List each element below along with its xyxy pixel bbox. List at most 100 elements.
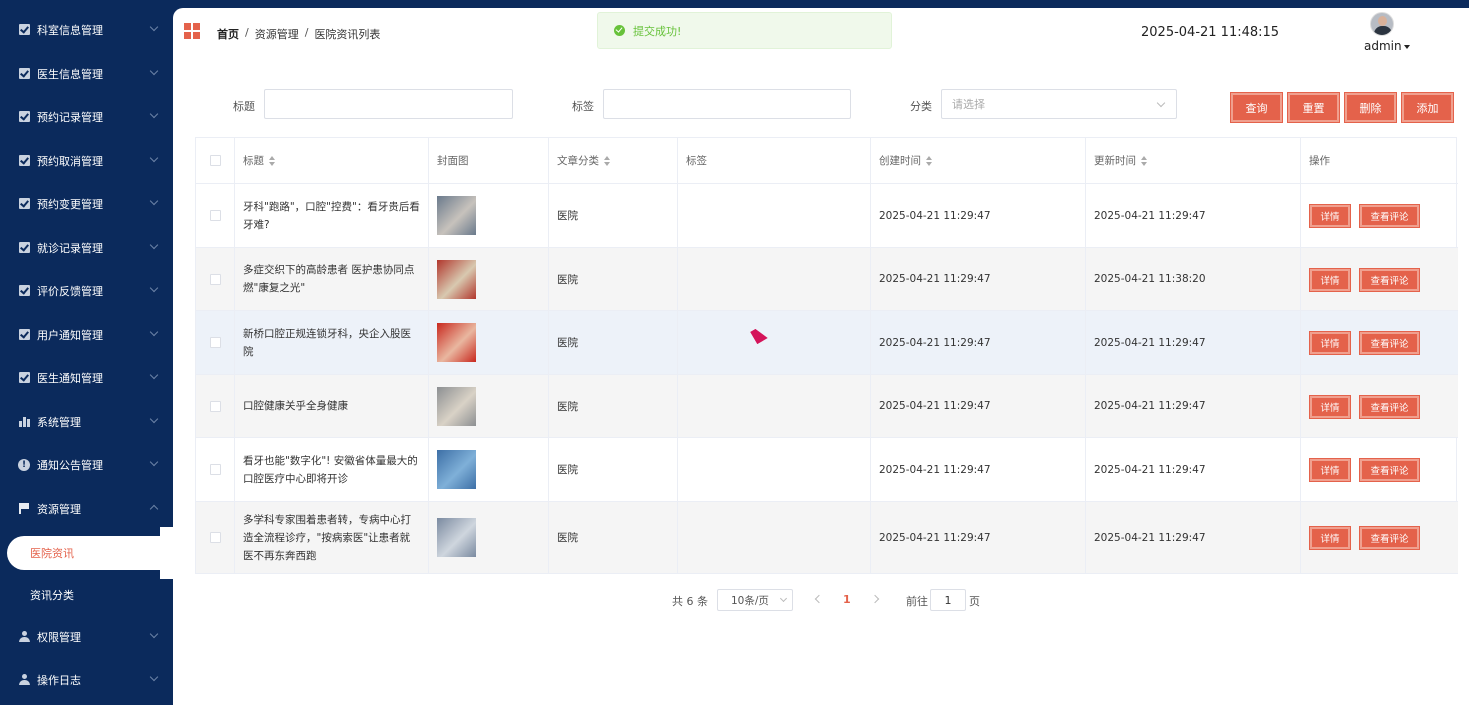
breadcrumb-resource[interactable]: 资源管理: [255, 26, 299, 42]
row-checkbox[interactable]: [209, 464, 221, 475]
sidebar-item-resource[interactable]: 资源管理: [0, 487, 173, 530]
row-category: 医院: [557, 532, 578, 544]
sort-icon[interactable]: [926, 155, 933, 166]
detail-button[interactable]: 详情: [1309, 331, 1351, 355]
check-square-icon: [18, 242, 30, 254]
view-comments-button[interactable]: 查看评论: [1359, 331, 1420, 355]
view-comments-button[interactable]: 查看评论: [1359, 394, 1420, 419]
breadcrumb-separator: /: [304, 26, 309, 39]
view-comments-button[interactable]: 查看评论: [1359, 267, 1420, 292]
avatar[interactable]: [1370, 12, 1394, 36]
category-filter-select[interactable]: 请选择: [941, 89, 1177, 119]
header-category[interactable]: 文章分类: [549, 138, 678, 183]
actions-cell: 详情 查看评论: [1301, 438, 1458, 501]
sidebar-item-system[interactable]: 系统管理: [0, 400, 173, 443]
detail-button[interactable]: 详情: [1309, 526, 1351, 550]
sidebar-item-announcement[interactable]: ! 通知公告管理: [0, 443, 173, 486]
user-menu[interactable]: admin: [1364, 39, 1410, 53]
sidebar-item-appointment[interactable]: 预约记录管理: [0, 95, 173, 138]
row-updated: 2025-04-21 11:38:20: [1094, 273, 1206, 285]
sidebar-item-cancel[interactable]: 预约取消管理: [0, 139, 173, 182]
sidebar-item-user-notify[interactable]: 用户通知管理: [0, 313, 173, 356]
view-comments-button[interactable]: 查看评论: [1359, 458, 1420, 482]
detail-button[interactable]: 详情: [1309, 204, 1351, 228]
sidebar-item-permission[interactable]: 权限管理: [0, 615, 173, 658]
sidebar-item-doctor-notify[interactable]: 医生通知管理: [0, 356, 173, 399]
row-created: 2025-04-21 11:29:47: [879, 273, 991, 285]
row-checkbox[interactable]: [209, 273, 221, 285]
sidebar-item-feedback[interactable]: 评价反馈管理: [0, 269, 173, 312]
header-title-label: 标题: [243, 155, 264, 167]
sort-icon[interactable]: [1141, 155, 1148, 166]
row-checkbox-cell: [196, 375, 235, 437]
chevron-down-icon: [149, 109, 159, 119]
row-checkbox-cell: [196, 311, 235, 374]
delete-button[interactable]: 删除: [1344, 92, 1397, 123]
cover-thumbnail[interactable]: [437, 196, 476, 235]
sidebar-item-visit[interactable]: 就诊记录管理: [0, 226, 173, 269]
view-comments-button[interactable]: 查看评论: [1359, 204, 1420, 228]
query-button[interactable]: 查询: [1230, 92, 1283, 123]
page-number-current[interactable]: 1: [843, 593, 851, 606]
tag-filter-input[interactable]: [603, 89, 851, 119]
cover-thumbnail[interactable]: [437, 450, 476, 489]
success-icon: [614, 25, 625, 36]
chevron-down-icon: [1156, 98, 1166, 108]
sidebar-item-doctor[interactable]: 医生信息管理: [0, 52, 173, 95]
next-page-icon[interactable]: [870, 594, 880, 604]
sidebar-subitem-news-category[interactable]: 资讯分类: [0, 578, 173, 612]
tag-cell: [678, 184, 871, 247]
sidebar-item-change[interactable]: 预约变更管理: [0, 182, 173, 225]
chevron-down-icon: [149, 414, 159, 424]
row-updated: 2025-04-21 11:29:47: [1094, 400, 1206, 412]
row-checkbox[interactable]: [209, 210, 221, 221]
cover-thumbnail[interactable]: [437, 518, 476, 557]
main-content: 首页 / 资源管理 / 医院资讯列表 提交成功! 2025-04-21 11:4…: [173, 8, 1469, 705]
add-button[interactable]: 添加: [1401, 92, 1454, 123]
chevron-down-icon: [149, 66, 159, 76]
row-checkbox[interactable]: [209, 337, 221, 348]
view-comments-button[interactable]: 查看评论: [1359, 526, 1420, 550]
select-all-checkbox[interactable]: [209, 155, 221, 166]
detail-button[interactable]: 详情: [1309, 458, 1351, 482]
actions-cell: 详情 查看评论: [1301, 248, 1458, 310]
cover-thumbnail[interactable]: [437, 386, 476, 426]
page-size-select[interactable]: 10条/页: [717, 589, 793, 611]
chevron-down-icon: [149, 22, 159, 32]
created-cell: 2025-04-21 11:29:47: [871, 375, 1086, 437]
check-square-icon: [18, 155, 30, 167]
table-row: 多症交织下的高龄患者 医护患协同点燃"康复之光" 医院 2025-04-21 11:…: [196, 248, 1458, 311]
sidebar-item-label: 资源管理: [37, 502, 81, 516]
cover-thumbnail[interactable]: [437, 323, 476, 362]
sidebar-item-label: 医生信息管理: [37, 67, 103, 81]
sidebar-item-department[interactable]: 科室信息管理: [0, 8, 173, 51]
cover-thumbnail[interactable]: [437, 259, 476, 299]
sort-icon[interactable]: [604, 155, 611, 166]
created-cell: 2025-04-21 11:29:47: [871, 438, 1086, 501]
goto-page-input[interactable]: 1: [930, 589, 966, 611]
row-checkbox[interactable]: [209, 532, 221, 543]
chevron-down-icon: [149, 153, 159, 163]
header-created[interactable]: 创建时间: [871, 138, 1086, 183]
breadcrumb-home[interactable]: 首页: [217, 26, 239, 42]
sidebar-subitem-hospital-news[interactable]: 医院资讯: [7, 536, 173, 570]
header-title[interactable]: 标题: [235, 138, 429, 183]
reset-button[interactable]: 重置: [1287, 92, 1340, 123]
sidebar-item-label: 医生通知管理: [37, 371, 103, 385]
updated-cell: 2025-04-21 11:29:47: [1086, 438, 1301, 501]
detail-button[interactable]: 详情: [1309, 267, 1351, 292]
menu-grid-icon[interactable]: [184, 23, 200, 39]
prev-page-icon[interactable]: [814, 594, 824, 604]
detail-button[interactable]: 详情: [1309, 394, 1351, 419]
sidebar-item-label: 操作日志: [37, 673, 81, 687]
title-cell: 口腔健康关乎全身健康: [235, 375, 429, 437]
row-checkbox-cell: [196, 438, 235, 501]
category-cell: 医院: [549, 375, 678, 437]
sort-icon[interactable]: [269, 155, 276, 166]
row-checkbox[interactable]: [209, 400, 221, 412]
chevron-down-icon: [149, 672, 159, 682]
sidebar-item-log[interactable]: 操作日志: [0, 658, 173, 701]
sidebar-item-label: 预约变更管理: [37, 197, 103, 211]
header-updated[interactable]: 更新时间: [1086, 138, 1301, 183]
title-filter-input[interactable]: [264, 89, 513, 119]
